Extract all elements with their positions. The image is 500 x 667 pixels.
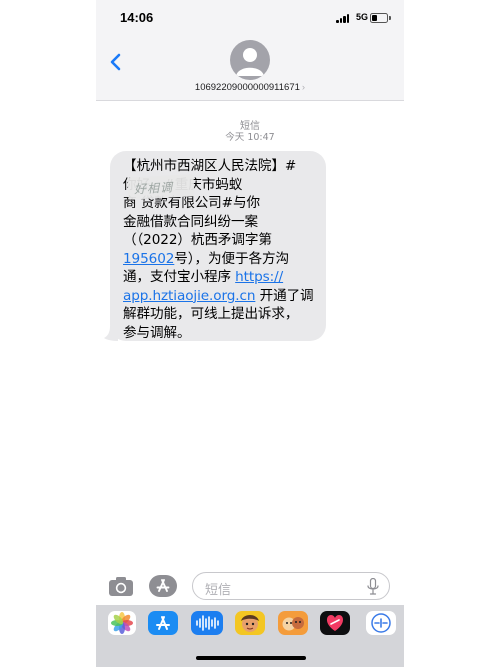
microphone-icon[interactable] <box>367 578 379 595</box>
status-bar: 14:06 5G <box>96 0 404 34</box>
contact-number: 10692209000000911671 <box>194 82 300 93</box>
conversation-header: 10692209000000911671 › <box>96 34 404 101</box>
message-line: 参与调解。 <box>123 324 191 341</box>
status-time: 14:06 <box>120 10 154 25</box>
message-line: 195602号），为便于各方沟 <box>123 250 318 269</box>
message-input[interactable]: 短信 <box>192 572 390 600</box>
case-number-link[interactable]: 195602 <box>123 251 174 267</box>
app-store-icon[interactable] <box>148 611 178 635</box>
app-store-icon[interactable] <box>148 574 178 598</box>
message-timestamp: 今天 10:47 <box>225 132 275 143</box>
memoji-app-icon[interactable] <box>235 611 265 635</box>
digital-touch-app-icon[interactable] <box>320 611 350 635</box>
contact-number-button[interactable]: 10692209000000911671 › <box>96 82 404 93</box>
network-type: 5G <box>356 12 369 22</box>
chevron-left-icon[interactable] <box>104 48 128 76</box>
message-text: 号），为便于各方沟 <box>174 250 289 267</box>
audio-message-app-icon[interactable] <box>191 611 223 635</box>
message-line: app.hztiaojie.org.cn 开通了调 <box>123 287 318 306</box>
camera-icon[interactable] <box>108 575 134 597</box>
redaction-text: 好相调 <box>133 180 174 197</box>
url-link[interactable]: https:// <box>235 269 283 285</box>
message-text: 通，支付宝小程序 <box>123 269 236 285</box>
message-text: 开通了调 <box>255 287 314 304</box>
message-input-placeholder: 短信 <box>205 583 232 598</box>
home-indicator[interactable] <box>196 656 306 660</box>
battery-icon <box>370 13 391 23</box>
message-line: 【杭州市西湖区人民法院】# <box>123 158 297 174</box>
ifly-app-icon[interactable] <box>366 611 396 635</box>
message-line: （（2022）杭西矛调字第 <box>123 232 272 248</box>
photos-app-icon[interactable] <box>108 611 136 635</box>
message-line: 金融借款合同纠纷一案 <box>123 213 258 230</box>
memoji-stickers-app-icon[interactable] <box>278 611 308 635</box>
message-line: 解群功能，可线上提出诉求， <box>123 306 299 322</box>
chevron-right-icon: › <box>301 82 306 93</box>
redaction-sticker: 好相调 <box>127 174 195 200</box>
url-link[interactable]: app.hztiaojie.org.cn <box>123 288 255 304</box>
cellular-signal-icon <box>336 14 352 23</box>
messages-screen: 14:06 5G 10692209000000911671 › 短信 今天 10:… <box>96 0 404 667</box>
compose-bar: 短信 <box>96 565 404 605</box>
message-bubble[interactable]: 【杭州市西湖区人民法院】# 你好，#重庆市蚂蚁 商 贷款有限公司#与你 金融借款… <box>110 151 326 341</box>
message-line: 通，支付宝小程序 https:// <box>123 268 318 287</box>
person-icon[interactable] <box>230 40 270 80</box>
